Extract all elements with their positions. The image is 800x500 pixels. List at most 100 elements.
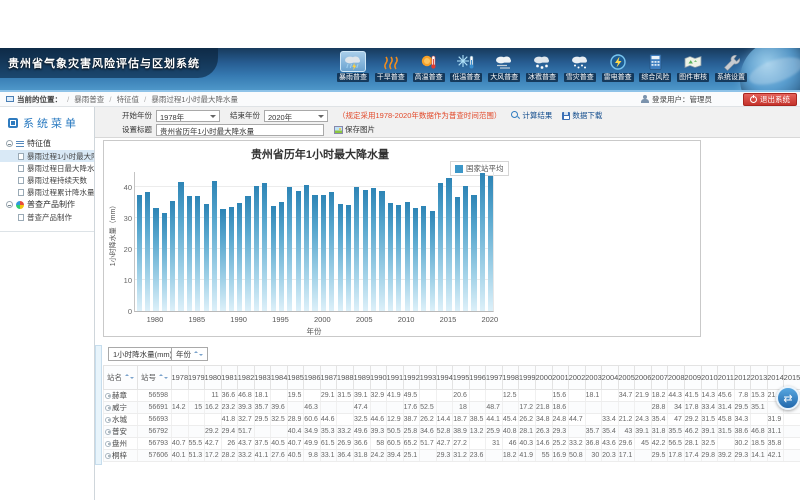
breadcrumb-item[interactable]: 特征值 xyxy=(117,95,140,104)
sidebar-item[interactable]: 暴雨过程累计降水量 xyxy=(0,186,94,198)
year-column-header[interactable]: 2008 xyxy=(668,365,685,390)
end-year-select[interactable]: 2020年 xyxy=(264,110,328,122)
nav-comprehensive-risk[interactable]: 综合风险 xyxy=(638,51,672,91)
station-name-header[interactable]: 站名 xyxy=(103,365,138,390)
radio-icon[interactable] xyxy=(105,393,111,399)
station-select-56792[interactable]: 普安 xyxy=(103,426,138,437)
year-column-header[interactable]: 2005 xyxy=(619,365,636,390)
radio-icon[interactable] xyxy=(105,405,111,411)
year-column-header[interactable]: 1981 xyxy=(222,365,239,390)
year-column-header[interactable]: 1999 xyxy=(519,365,536,390)
start-year-select[interactable]: 1978年 xyxy=(156,110,220,122)
nav-label: 雪灾普查 xyxy=(564,73,596,82)
year-column-header[interactable]: 2010 xyxy=(702,365,719,390)
collapse-icon[interactable] xyxy=(6,201,13,208)
radio-icon[interactable] xyxy=(105,417,111,423)
nav-wind-survey[interactable]: 大风普查 xyxy=(487,51,521,91)
bar-2009 xyxy=(396,205,401,311)
year-column-header[interactable]: 1993 xyxy=(420,365,437,390)
year-column-header[interactable]: 1978 xyxy=(172,365,189,390)
chart-y-axis-label: 1小时降水量（mm） xyxy=(108,199,118,269)
sidebar-header: 系统菜单 xyxy=(0,113,94,137)
year-column-header[interactable]: 1989 xyxy=(354,365,371,390)
save-image-button[interactable]: 保存图片 xyxy=(334,124,375,135)
value-cell: 17.6 xyxy=(404,402,421,413)
sidebar-item[interactable]: 暴雨过程1小时最大降水量 xyxy=(0,150,94,162)
year-column-header[interactable]: 2009 xyxy=(685,365,702,390)
chart-title-input[interactable]: 贵州省历年1小时最大降水量 xyxy=(156,124,324,136)
year-column-header[interactable]: 2011 xyxy=(718,365,735,390)
station-select-56693[interactable]: 水城 xyxy=(103,414,138,425)
year-column-header[interactable]: 1998 xyxy=(503,365,520,390)
value-cell: 16.9 xyxy=(553,450,570,461)
year-column-header[interactable]: 2003 xyxy=(586,365,603,390)
radio-icon[interactable] xyxy=(105,453,111,459)
breadcrumb-item[interactable]: 暴雨普查 xyxy=(74,95,104,104)
year-column-header[interactable]: 2012 xyxy=(735,365,752,390)
tree-group-1[interactable]: 普查产品制作 xyxy=(0,198,94,211)
sync-float-button[interactable]: ⇄ xyxy=(776,386,800,410)
station-select-57606[interactable]: 桐梓 xyxy=(103,450,138,461)
year-column-header[interactable]: 2002 xyxy=(569,365,586,390)
menu-icon xyxy=(8,118,18,128)
year-column-header[interactable]: 1984 xyxy=(271,365,288,390)
nav-lightning-survey[interactable]: 雷电普查 xyxy=(601,51,635,91)
value-cell: 36.6 xyxy=(222,390,239,401)
year-column-header[interactable]: 1982 xyxy=(238,365,255,390)
year-column-header[interactable]: 2004 xyxy=(602,365,619,390)
year-column-header[interactable]: 1996 xyxy=(470,365,487,390)
calc-result-button[interactable]: 计算结果 xyxy=(511,110,552,121)
year-column-header[interactable]: 2013 xyxy=(751,365,768,390)
sort-arrows-icon[interactable] xyxy=(158,374,168,381)
year-sort-box[interactable]: 年份 xyxy=(171,347,208,361)
year-column-header[interactable]: 1983 xyxy=(255,365,272,390)
nav-high-temp-survey[interactable]: 高温普查 xyxy=(412,51,446,91)
nav-rainstorm-survey[interactable]: 暴雨普查 xyxy=(336,51,370,91)
year-column-header[interactable]: 1992 xyxy=(404,365,421,390)
nav-snow-survey[interactable]: 雪灾普查 xyxy=(563,51,597,91)
year-column-header[interactable]: 2007 xyxy=(652,365,669,390)
station-select-56598[interactable]: 赫章 xyxy=(103,390,138,401)
sort-arrows-icon[interactable] xyxy=(124,374,134,381)
nav-map-review[interactable]: 图件审核 xyxy=(676,51,710,91)
data-download-button[interactable]: 数据下载 xyxy=(562,110,602,121)
sidebar-item-label: 暴雨过程累计降水量 xyxy=(27,187,94,198)
nav-system-settings[interactable]: 系统设置 xyxy=(714,51,748,91)
value-cell: 32.5 xyxy=(354,414,371,425)
sidebar-item[interactable]: 暴雨过程日最大降水量 xyxy=(0,162,94,174)
collapse-icon[interactable] xyxy=(6,140,13,147)
year-column-header[interactable]: 2001 xyxy=(553,365,570,390)
year-column-header[interactable]: 1986 xyxy=(304,365,321,390)
year-column-header[interactable]: 1990 xyxy=(371,365,388,390)
value-cell: 29.2 xyxy=(685,414,702,425)
year-column-header[interactable]: 1991 xyxy=(387,365,404,390)
sidebar-item[interactable]: 普查产品制作 xyxy=(0,211,94,223)
value-cell: 23.2 xyxy=(222,402,239,413)
sidebar-item[interactable]: 暴雨过程持续天数 xyxy=(0,174,94,186)
nav-hail-survey[interactable]: 冰雹普查 xyxy=(525,51,559,91)
station-select-56793[interactable]: 盘州 xyxy=(103,438,138,449)
year-column-header[interactable]: 1987 xyxy=(321,365,338,390)
nav-drought-survey[interactable]: 干旱普查 xyxy=(374,51,408,91)
value-cell: 32.7 xyxy=(238,414,255,425)
year-column-header[interactable]: 1995 xyxy=(453,365,470,390)
year-column-header[interactable]: 2006 xyxy=(635,365,652,390)
year-column-header[interactable]: 1994 xyxy=(437,365,454,390)
station-id-header[interactable]: 站号 xyxy=(138,365,172,390)
collapse-strip[interactable] xyxy=(95,345,102,465)
year-column-header[interactable]: 1997 xyxy=(486,365,503,390)
radio-icon[interactable] xyxy=(105,429,111,435)
sort-arrows-icon[interactable] xyxy=(193,351,203,358)
year-column-header[interactable]: 1988 xyxy=(337,365,354,390)
value-cell: 33.4 xyxy=(602,414,619,425)
radio-icon[interactable] xyxy=(105,441,111,447)
bar-1980 xyxy=(153,208,158,311)
year-column-header[interactable]: 1985 xyxy=(288,365,305,390)
logout-button[interactable]: 退出系统 xyxy=(743,93,797,106)
tree-group-0[interactable]: 特征值 xyxy=(0,137,94,150)
year-column-header[interactable]: 2000 xyxy=(536,365,553,390)
nav-low-temp-survey[interactable]: 低温普查 xyxy=(449,51,483,91)
station-select-56691[interactable]: 威宁 xyxy=(103,402,138,413)
year-column-header[interactable]: 1980 xyxy=(205,365,222,390)
year-column-header[interactable]: 1979 xyxy=(189,365,206,390)
